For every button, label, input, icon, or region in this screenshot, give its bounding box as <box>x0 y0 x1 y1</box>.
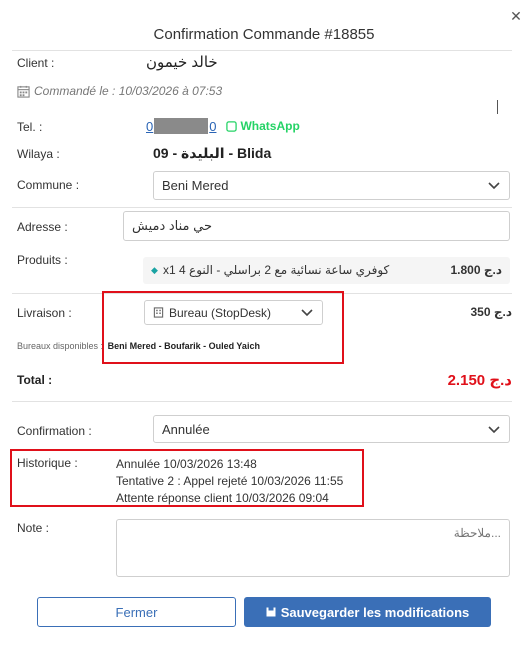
produits-label: Produits : <box>17 253 68 267</box>
tel-label: Tel. : <box>17 120 43 134</box>
product-name: x1 كوفري ساعة نسائية مع 2 براسلي - النوع… <box>163 263 390 277</box>
historique-entry: Attente réponse client 10/03/2026 09:04 <box>116 491 329 505</box>
adresse-label: Adresse : <box>17 220 68 234</box>
save-icon <box>266 607 276 617</box>
whatsapp-label: WhatsApp <box>240 119 300 133</box>
title-divider <box>12 50 512 51</box>
whatsapp-link[interactable]: WhatsApp <box>226 119 300 133</box>
bureaux-disponibles: Bureaux disponibles : Beni Mered - Boufa… <box>17 341 260 351</box>
chevron-down-icon <box>301 309 313 317</box>
commune-select[interactable]: Beni Mered <box>153 171 510 200</box>
livraison-label: Livraison : <box>17 306 72 320</box>
save-button[interactable]: Sauvegarder les modifications <box>244 597 491 627</box>
adresse-input[interactable]: حي مناد دميش <box>123 211 510 241</box>
divider <box>12 401 512 402</box>
fermer-button[interactable]: Fermer <box>37 597 236 627</box>
client-name: خالد خيمون <box>146 54 218 71</box>
note-textarea[interactable] <box>116 519 510 577</box>
total-label: Total : <box>17 373 53 387</box>
confirmation-select[interactable]: Annulée <box>153 415 510 443</box>
bureaux-label: Bureaux disponibles : <box>17 341 104 351</box>
commune-selected: Beni Mered <box>162 178 229 193</box>
livraison-selected: Bureau (StopDesk) <box>169 305 272 320</box>
scroll-marker <box>497 100 498 114</box>
building-icon <box>153 307 164 318</box>
divider <box>12 207 512 208</box>
historique-entry: Tentative 2 : Appel rejeté 10/03/2026 11… <box>116 474 344 488</box>
diamond-icon: ◆ <box>151 265 158 275</box>
historique-entry: Annulée 10/03/2026 13:48 <box>116 457 257 471</box>
confirmation-selected: Annulée <box>162 421 210 437</box>
bureaux-list: Beni Mered - Boufarik - Ouled Yaich <box>107 341 260 351</box>
client-label: Client : <box>17 56 55 70</box>
whatsapp-icon <box>226 120 238 132</box>
historique-label: Historique : <box>17 456 78 470</box>
product-price: 1.800 د.ج <box>450 263 502 277</box>
ordered-date: Commandé le : 10/03/2026 à 07:53 <box>17 84 222 98</box>
note-label: Note : <box>17 521 50 535</box>
commune-label: Commune : <box>17 178 80 192</box>
wilaya-value: 09 - البليدة - Blida <box>153 145 272 161</box>
confirmation-label: Confirmation : <box>17 424 92 438</box>
calendar-icon <box>17 85 30 98</box>
ordered-date-text: Commandé le : 10/03/2026 à 07:53 <box>34 84 223 98</box>
save-button-label: Sauvegarder les modifications <box>280 604 470 620</box>
product-row: ◆ x1 كوفري ساعة نسائية مع 2 براسلي - الن… <box>143 257 510 284</box>
adresse-value: حي مناد دميش <box>132 218 212 233</box>
chevron-down-icon <box>488 182 500 190</box>
phone-link-suffix[interactable]: 0 <box>209 119 216 134</box>
phone-redaction <box>154 118 209 134</box>
livraison-price: 350 د.ج <box>470 305 513 319</box>
chevron-down-icon <box>488 426 500 434</box>
total-value: 2.150 د.ج <box>447 372 512 389</box>
historique-list: Annulée 10/03/2026 13:48 Tentative 2 : A… <box>116 456 343 507</box>
phone-row: 0 0 WhatsApp <box>146 118 300 134</box>
phone-link-prefix[interactable]: 0 <box>146 119 153 134</box>
close-icon[interactable]: ✕ <box>508 8 524 24</box>
livraison-select[interactable]: Bureau (StopDesk) <box>144 300 323 325</box>
order-confirmation-modal: ✕ Confirmation Commande #18855 Client : … <box>0 0 532 658</box>
modal-title: Confirmation Commande #18855 <box>153 26 375 43</box>
wilaya-label: Wilaya : <box>17 147 60 161</box>
